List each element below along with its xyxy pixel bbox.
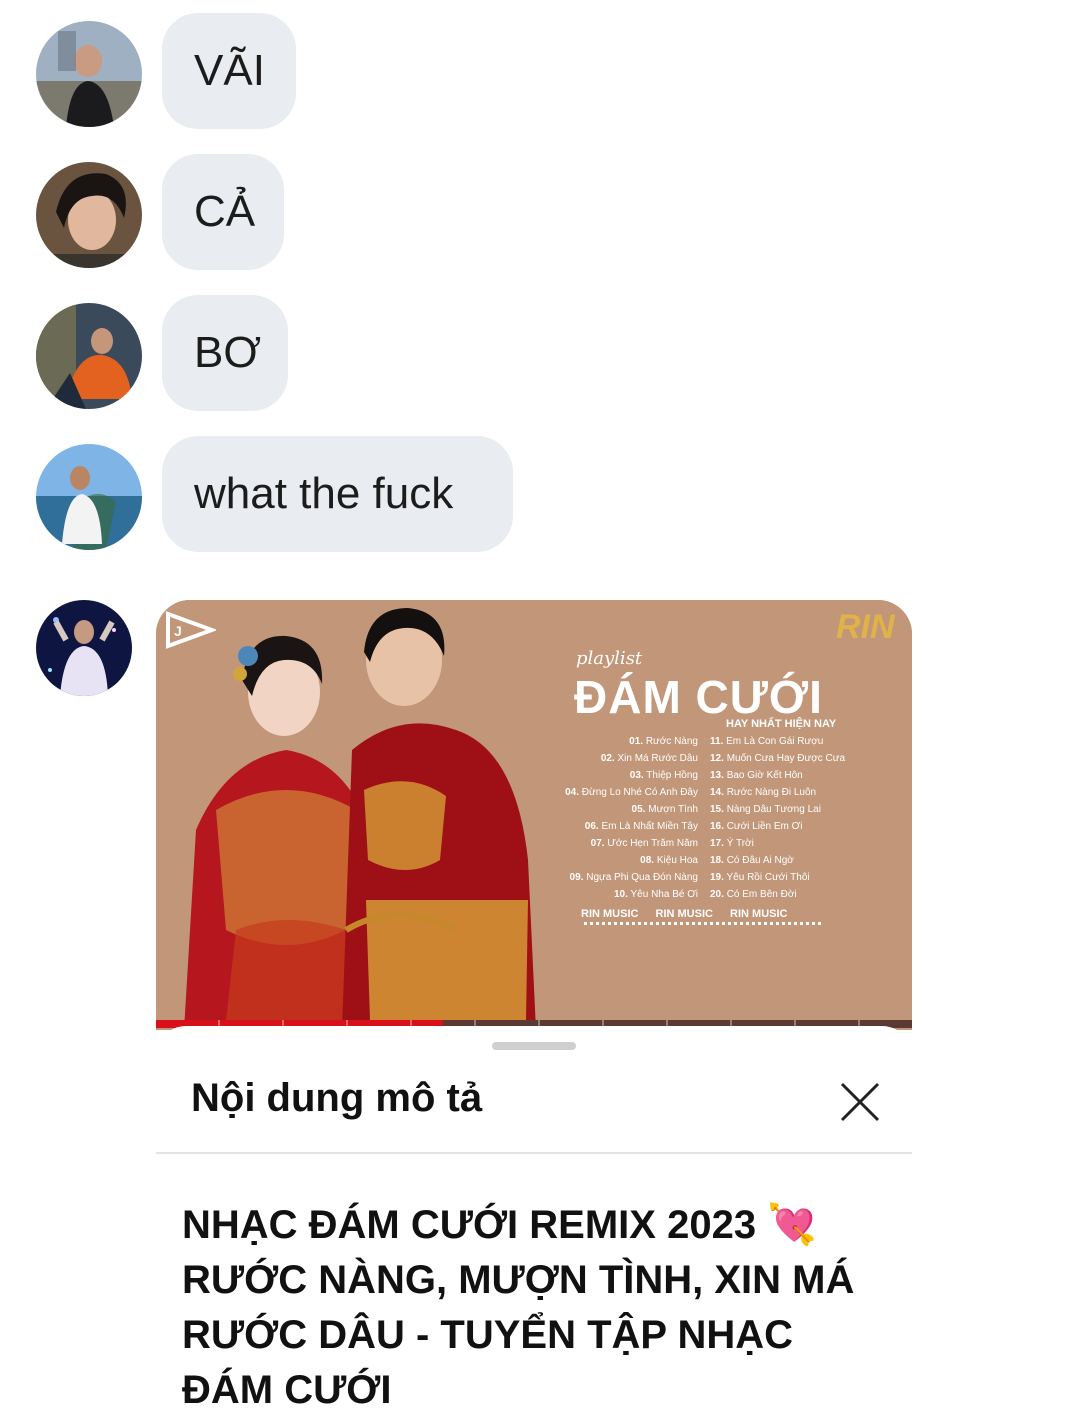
message-text: CẢ: [194, 187, 256, 236]
track-item: 15. Nàng Dâu Tương Lai: [710, 804, 821, 815]
playlist-subtitle: HAY NHẤT HIỆN NAY: [726, 718, 837, 730]
dotted-divider: [584, 922, 824, 925]
avatar[interactable]: [36, 303, 142, 409]
message-bubble[interactable]: what the fuck: [162, 436, 513, 552]
track-item: 14. Rước Nàng Đi Luôn: [710, 787, 817, 798]
avatar[interactable]: [36, 444, 142, 550]
track-item: 04. Đừng Lo Nhé Có Anh Đây: [565, 787, 698, 798]
track-item: 12. Muốn Cưa Hay Được Cưa: [710, 753, 846, 764]
avatar[interactable]: [36, 162, 142, 268]
avatar[interactable]: [36, 21, 142, 127]
message-row: VÃI: [0, 13, 1080, 133]
social-facebook: RIN MUSIC: [730, 908, 788, 920]
track-item: 06. Em Là Nhất Miền Tây: [584, 821, 698, 832]
message-row: what the fuck: [0, 436, 1080, 556]
video-share-card[interactable]: J RIN playlist ĐÁM CƯỚI HAY NHẤT HIỆN NA…: [156, 600, 912, 1421]
track-item: 02. Xin Má Rước Dâu: [600, 753, 698, 764]
social-links: RIN MUSIC RIN MUSIC RIN MUSIC: [581, 908, 801, 920]
playlist-label: playlist: [576, 648, 643, 669]
avatar[interactable]: [36, 600, 132, 696]
drag-handle[interactable]: [492, 1042, 576, 1050]
message-text: what the fuck: [194, 469, 454, 518]
divider: [156, 1152, 912, 1154]
video-title: NHẠC ĐÁM CƯỚI REMIX 2023 💘 RƯỚC NÀNG, MƯ…: [182, 1203, 855, 1412]
channel-logo-icon: J: [166, 611, 216, 649]
track-item: 05. Mượn Tình: [631, 804, 698, 815]
playlist-title: ĐÁM CƯỚI: [574, 671, 823, 723]
track-item: 16. Cưới Liền Em Ơi: [710, 821, 803, 832]
track-item: 08. Kiệu Hoa: [640, 855, 698, 866]
track-item: 20. Có Em Bên Đời: [710, 889, 797, 900]
track-item: 19. Yêu Rồi Cưới Thôi: [710, 872, 810, 883]
track-item: 17. Ý Trời: [710, 838, 754, 849]
message-bubble[interactable]: VÃI: [162, 13, 296, 129]
message-row: BƠ: [0, 295, 1080, 415]
message-text: VÃI: [194, 46, 265, 95]
message-text: BƠ: [194, 328, 262, 377]
brand-logo: RIN: [836, 608, 895, 646]
track-item: 01. Rước Nàng: [629, 736, 698, 747]
track-item: 09. Ngựa Phi Qua Đón Nàng: [569, 872, 698, 883]
message-row: CẢ: [0, 154, 1080, 274]
track-item: 18. Có Đâu Ai Ngờ: [710, 855, 794, 866]
sheet-title: Nội dung mô tả: [191, 1076, 483, 1120]
social-youtube: RIN MUSIC: [655, 908, 713, 920]
message-bubble[interactable]: BƠ: [162, 295, 288, 411]
track-item: 13. Bao Giờ Kết Hôn: [710, 770, 803, 781]
close-button[interactable]: [838, 1080, 882, 1124]
track-item: 11. Em Là Con Gái Rượu: [710, 736, 824, 747]
svg-text:J: J: [174, 623, 182, 639]
close-icon: [840, 1082, 880, 1122]
message-bubble[interactable]: CẢ: [162, 154, 284, 270]
video-thumbnail[interactable]: J RIN playlist ĐÁM CƯỚI HAY NHẤT HIỆN NA…: [156, 600, 912, 1030]
description-sheet: Nội dung mô tả NHẠC ĐÁM CƯỚI REMIX 2023 …: [156, 1026, 912, 1421]
social-instagram: RIN MUSIC: [581, 908, 639, 920]
track-item: 03. Thiệp Hồng: [629, 770, 698, 781]
track-item: 07. Ước Hẹn Trăm Năm: [590, 838, 698, 849]
track-item: 10. Yêu Nha Bé Ơi: [613, 889, 698, 900]
